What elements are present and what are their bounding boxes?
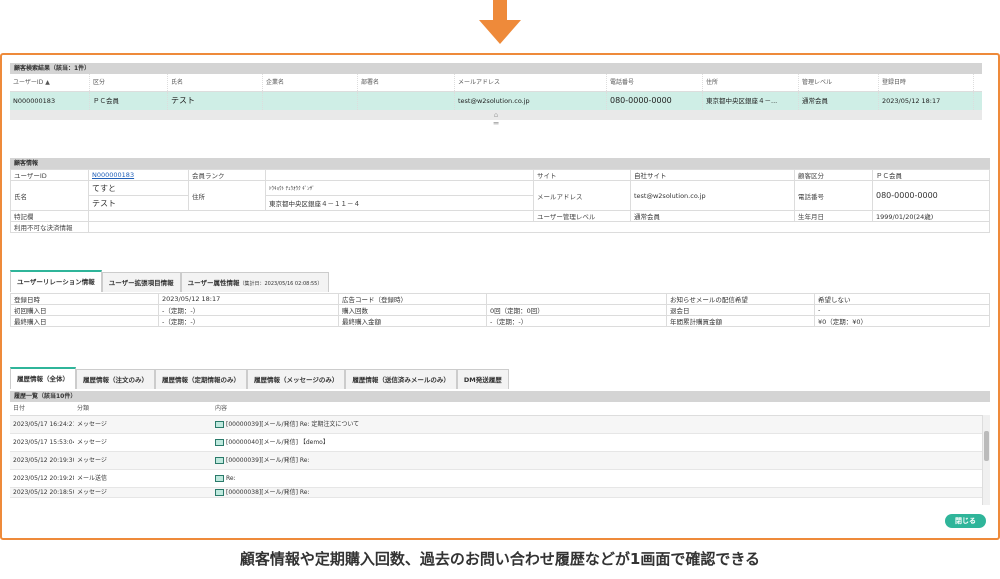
history-header: 日付 分類 内容 [10, 402, 990, 416]
mail-reply-icon [215, 421, 224, 428]
tab-dm-history[interactable]: DM発送履歴 [456, 369, 509, 389]
col-department[interactable]: 部署名 [358, 74, 455, 91]
history-tabs: 履歴情報（全体） 履歴情報（注文のみ） 履歴情報（定期情報のみ） 履歴情報（メッ… [10, 367, 990, 389]
caption-text: 顧客情報や定期購入回数、過去のお問い合わせ履歴などが1画面で確認できる [239, 550, 761, 568]
col-name[interactable]: 氏名 [168, 74, 263, 91]
memo-icon [215, 439, 224, 446]
customer-info-title: 顧客情報 [10, 158, 990, 169]
col-level[interactable]: 管理レベル [799, 74, 879, 91]
admin-window: 顧客検索結果（該当：1件） ユーザーID ▲ 区分 氏名 企業名 部署名 メール… [0, 53, 1000, 540]
mail-reply-icon [215, 489, 224, 496]
user-id-link[interactable]: N000000183 [92, 171, 134, 179]
col-tel[interactable]: 電話番号 [607, 74, 703, 91]
tab-history-fixed[interactable]: 履歴情報（定期情報のみ） [155, 369, 247, 389]
tab-history-sent-mail[interactable]: 履歴情報（送信済みメールのみ） [345, 369, 457, 389]
history-tabs-wrap: 履歴情報（全体） 履歴情報（注文のみ） 履歴情報（定期情報のみ） 履歴情報（メッ… [10, 367, 990, 389]
mail-send-icon [215, 475, 224, 482]
tab-user-extended[interactable]: ユーザー拡張項目情報 [101, 272, 181, 292]
history-title: 履歴一覧（該当10件） [10, 391, 990, 402]
history-list: 履歴一覧（該当10件） 日付 分類 内容 2023/05/17 16:24:21… [10, 391, 990, 505]
col-company[interactable]: 企業名 [263, 74, 358, 91]
down-arrow-icon [479, 0, 521, 44]
close-button[interactable]: 閉じる [945, 514, 986, 528]
history-scrollbar[interactable] [982, 415, 990, 505]
list-item[interactable]: 2023/05/17 16:24:21 メッセージ [00000039][メール… [10, 416, 990, 434]
list-item[interactable]: 2023/05/12 20:18:50 メッセージ [00000038][メール… [10, 488, 990, 498]
col-registered[interactable]: 登録日時 [879, 74, 974, 91]
col-class[interactable]: 区分 [90, 74, 168, 91]
tab-history-messages[interactable]: 履歴情報（メッセージのみ） [247, 369, 346, 389]
search-result-grid: 顧客検索結果（該当：1件） ユーザーID ▲ 区分 氏名 企業名 部署名 メール… [10, 63, 982, 128]
list-item[interactable]: 2023/05/12 20:19:28 メール送信 Re: [10, 470, 990, 488]
resize-handle-icon[interactable]: ═ [10, 120, 982, 128]
tab-user-relation[interactable]: ユーザーリレーション情報 [10, 270, 102, 292]
relation-tabs: ユーザーリレーション情報 ユーザー拡張項目情報 ユーザー属性情報（集計日：202… [10, 270, 990, 292]
relation-section: ユーザーリレーション情報 ユーザー拡張項目情報 ユーザー属性情報（集計日：202… [10, 270, 990, 327]
col-mail[interactable]: メールアドレス [455, 74, 607, 91]
list-item[interactable]: 2023/05/12 20:19:30 メッセージ [00000039][メール… [10, 452, 990, 470]
scrollbar-thumb[interactable] [984, 431, 989, 461]
mail-reply-icon [215, 457, 224, 464]
table-row[interactable]: N000000183 ＰＣ会員 テスト test@w2solution.co.j… [10, 92, 982, 110]
tab-history-orders[interactable]: 履歴情報（注文のみ） [76, 369, 155, 389]
col-user-id[interactable]: ユーザーID ▲ [10, 74, 90, 91]
col-address[interactable]: 住所 [703, 74, 799, 91]
customer-info-table: ユーザーID N000000183 会員ランク サイト 自社サイト 顧客区分 Ｐ… [10, 169, 990, 233]
history-rows: 2023/05/17 16:24:21 メッセージ [00000039][メール… [10, 416, 990, 498]
tab-user-attribute[interactable]: ユーザー属性情報（集計日：2023/05/16 02:08:55） [180, 272, 330, 292]
search-result-title: 顧客検索結果（該当：1件） [10, 63, 982, 74]
customer-info-panel: 顧客情報 ユーザーID N000000183 会員ランク サイト 自社サイト 顧… [10, 158, 990, 233]
grid-header: ユーザーID ▲ 区分 氏名 企業名 部署名 メールアドレス 電話番号 住所 管… [10, 74, 982, 92]
relation-table: 登録日時 2023/05/12 18:17 広告コード（登録時） お知らせメール… [10, 293, 990, 327]
tab-history-all[interactable]: 履歴情報（全体） [10, 367, 76, 389]
list-item[interactable]: 2023/05/17 15:53:04 メッセージ [00000040][メール… [10, 434, 990, 452]
